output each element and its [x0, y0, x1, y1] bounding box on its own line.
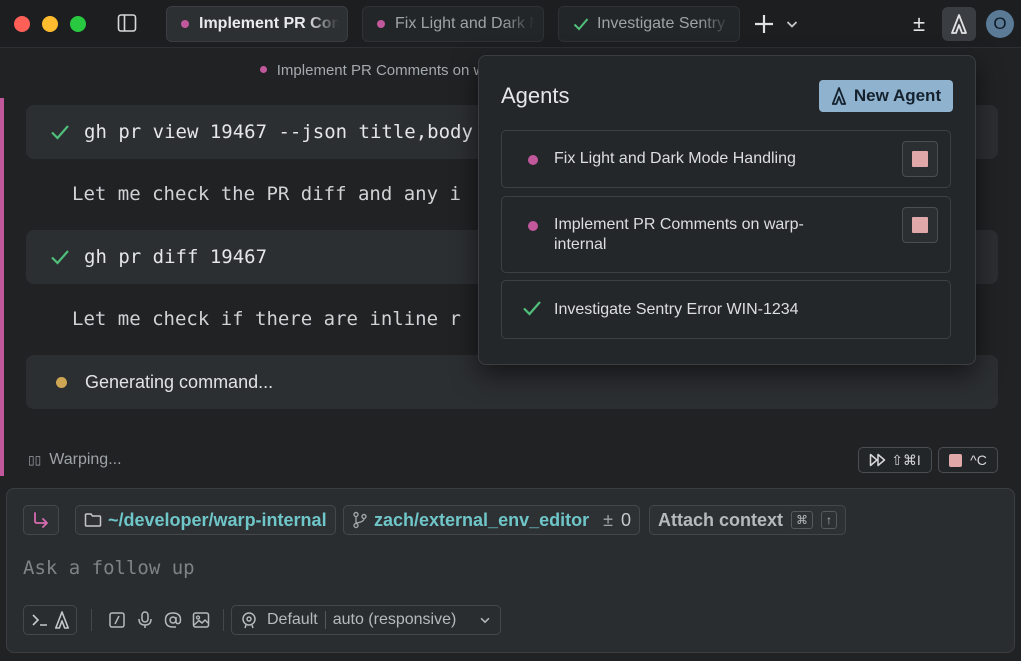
new-agent-button[interactable]: New Agent [819, 80, 953, 112]
stop-icon [949, 453, 963, 467]
check-icon [523, 301, 541, 316]
new-tab-plus-icon[interactable] [752, 12, 776, 36]
command-text: gh pr diff 19467 [84, 246, 268, 268]
close-window-button[interactable] [14, 16, 30, 32]
model-name-label: auto (responsive) [332, 611, 457, 628]
stop-agent-button[interactable] [902, 141, 938, 177]
agent-message: Let me check if there are inline r [72, 308, 461, 330]
model-profile-label: Default [267, 611, 318, 628]
user-avatar[interactable]: O [986, 10, 1014, 38]
fast-forward-shortcut-button[interactable]: ⇧⌘I [858, 447, 932, 473]
branch-name: zach/external_env_editor [374, 509, 590, 530]
fast-forward-icon [869, 453, 886, 467]
stop-icon [912, 151, 928, 167]
agent-message: Let me check the PR diff and any i [72, 183, 461, 205]
shortcut-key: ↑ [821, 511, 838, 529]
reply-arrow-icon [34, 512, 48, 528]
stop-agent-button[interactable] [902, 207, 938, 243]
warping-indicator: ▯▯ Warping... [28, 451, 122, 469]
running-dot-icon [528, 221, 538, 231]
new-agent-label: New Agent [853, 86, 942, 105]
status-dot-icon [56, 376, 67, 388]
agent-name: Investigate Sentry Error WIN-1234 [554, 301, 799, 318]
tab-investigate-sentry-error[interactable]: Investigate Sentry Error WIN-1234 [558, 6, 740, 42]
running-dot-icon [181, 20, 189, 28]
reply-toggle-button[interactable] [23, 505, 59, 535]
agent-item-investigate-sentry-error[interactable]: Investigate Sentry Error WIN-1234 [501, 280, 951, 339]
microphone-icon[interactable] [135, 610, 155, 630]
check-icon [51, 125, 69, 140]
command-text: gh pr view 19467 --json title,body [84, 121, 473, 143]
input-toolbar: Default auto (responsive) [23, 605, 503, 635]
warp-agent-icon [831, 87, 847, 105]
model-profile-icon [242, 612, 256, 629]
diff-icon[interactable]: ± [908, 12, 930, 36]
agents-popup: Agents New Agent Fix Light and Dark Mode… [478, 55, 976, 365]
git-branch-chip[interactable]: zach/external_env_editor ± 0 [343, 505, 641, 535]
input-mode-toggle[interactable] [23, 605, 77, 635]
chevron-down-icon[interactable] [784, 16, 800, 32]
model-selector[interactable]: Default auto (responsive) [231, 605, 501, 635]
warp-agent-icon [951, 14, 967, 34]
running-dot-icon [528, 155, 538, 165]
attach-context-button[interactable]: Attach context ⌘ ↑ [649, 505, 847, 535]
stop-icon [912, 217, 928, 233]
running-dot-icon [259, 66, 267, 73]
warp-agent-icon [54, 611, 69, 629]
attach-label: Attach context [658, 509, 784, 530]
agent-item-implement-pr-comments[interactable]: Implement PR Comments on warp-internal [501, 196, 951, 273]
diff-sign: ± [603, 509, 613, 530]
minimize-window-button[interactable] [42, 16, 58, 32]
git-branch-icon [353, 511, 367, 529]
stop-shortcut-button[interactable]: ^C [938, 447, 998, 473]
warping-label: Warping... [49, 451, 122, 468]
folder-icon [84, 513, 102, 527]
mention-icon[interactable] [163, 610, 183, 630]
agent-item-fix-light-dark-mode[interactable]: Fix Light and Dark Mode Handling [501, 130, 951, 188]
slash-commands-icon[interactable] [107, 610, 127, 630]
warp-spinner-icon: ▯▯ [28, 453, 42, 467]
check-icon [51, 250, 69, 265]
tab-fix-light-dark-mode[interactable]: Fix Light and Dark Mode Handling [362, 6, 544, 42]
maximize-window-button[interactable] [70, 16, 86, 32]
shortcut-key: ⌘ [791, 511, 814, 529]
active-conversation-indicator [0, 98, 4, 476]
sidebar-toggle-icon[interactable] [117, 13, 137, 33]
terminal-icon [31, 614, 47, 626]
check-icon [573, 18, 589, 31]
prompt-input-area: ~/developer/warp-internal zach/external_… [6, 488, 1015, 653]
chevron-down-icon [480, 617, 490, 624]
shortcut-keys: ⇧⌘I [891, 451, 921, 468]
image-icon[interactable] [191, 610, 211, 630]
diff-count: 0 [621, 509, 632, 530]
running-dot-icon [377, 20, 385, 28]
agent-name: Implement PR Comments on warp-internal [554, 216, 804, 253]
agents-popup-title: Agents [501, 83, 570, 108]
prompt-input[interactable]: Ask a follow up [23, 557, 195, 579]
directory-path: ~/developer/warp-internal [108, 509, 327, 530]
status-text: Generating command... [85, 371, 274, 392]
title-bar: Implement PR Comments on warp-internal F… [0, 0, 1021, 48]
shortcut-keys: ^C [970, 452, 987, 468]
agent-name: Fix Light and Dark Mode Handling [554, 150, 796, 167]
working-directory-chip[interactable]: ~/developer/warp-internal [75, 505, 336, 535]
tab-implement-pr-comments[interactable]: Implement PR Comments on warp-internal [166, 6, 348, 42]
agents-panel-button[interactable] [942, 7, 976, 41]
